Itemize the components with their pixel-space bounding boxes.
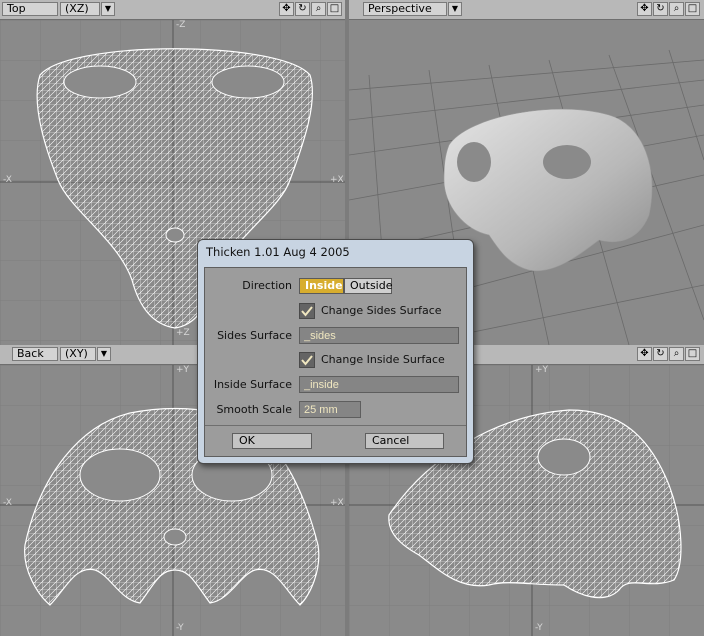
axis-label-bottom: -Y bbox=[535, 623, 543, 633]
change-sides-label[interactable]: Change Sides Surface bbox=[321, 304, 442, 317]
viewport-top-view-selector[interactable]: Top bbox=[2, 2, 58, 16]
rotate-icon[interactable]: ↻ bbox=[653, 347, 668, 361]
axis-label-left: -X bbox=[3, 498, 12, 508]
dialog-separator bbox=[205, 425, 466, 426]
direction-option-outside[interactable]: Outside bbox=[344, 278, 392, 294]
sides-surface-input[interactable] bbox=[299, 327, 459, 344]
zoom-icon[interactable]: ⌕ bbox=[669, 2, 684, 16]
axis-label-right: +X bbox=[330, 175, 344, 185]
axis-label-left: -X bbox=[3, 175, 12, 185]
rotate-icon[interactable]: ↻ bbox=[653, 2, 668, 16]
smooth-scale-input[interactable] bbox=[299, 401, 361, 418]
direction-label: Direction bbox=[242, 279, 292, 292]
sides-surface-label: Sides Surface bbox=[217, 329, 292, 342]
checkmark-icon bbox=[301, 306, 313, 317]
move-icon[interactable]: ✥ bbox=[279, 2, 294, 16]
move-icon[interactable]: ✥ bbox=[637, 347, 652, 361]
axis-label-top: +Y bbox=[176, 365, 190, 375]
direction-option-inside[interactable]: Inside bbox=[299, 278, 344, 294]
cancel-button[interactable]: Cancel bbox=[365, 433, 444, 449]
axis-label-bottom: -Y bbox=[176, 623, 184, 633]
dialog-title: Thicken 1.01 Aug 4 2005 bbox=[206, 245, 350, 259]
zoom-icon[interactable]: ⌕ bbox=[669, 347, 684, 361]
zoom-icon[interactable]: ⌕ bbox=[311, 2, 326, 16]
move-icon[interactable]: ✥ bbox=[637, 2, 652, 16]
axis-label-right: +X bbox=[330, 498, 344, 508]
viewport-perspective-header: Perspective ▼ ✥ ↻ ⌕ □ bbox=[349, 0, 704, 20]
viewport-top-mode-selector[interactable]: (XZ) bbox=[60, 2, 100, 16]
change-inside-checkbox[interactable] bbox=[299, 352, 315, 368]
rotate-icon[interactable]: ↻ bbox=[295, 2, 310, 16]
inside-surface-input[interactable] bbox=[299, 376, 459, 393]
axis-label-top: +Y bbox=[535, 365, 549, 375]
axis-label-top: -Z bbox=[176, 20, 186, 30]
dialog-panel: Direction Inside Outside Change Sides Su… bbox=[204, 267, 467, 457]
inside-surface-label: Inside Surface bbox=[213, 378, 292, 391]
dropdown-arrow-icon[interactable]: ▼ bbox=[448, 2, 462, 16]
change-sides-checkbox[interactable] bbox=[299, 303, 315, 319]
thicken-dialog: Thicken 1.01 Aug 4 2005 Direction Inside… bbox=[197, 239, 474, 464]
maximize-icon[interactable]: □ bbox=[685, 2, 700, 16]
dropdown-arrow-icon[interactable]: ▼ bbox=[97, 347, 111, 361]
axis-label-bottom: +Z bbox=[176, 328, 190, 338]
viewport-back-mode-selector[interactable]: (XY) bbox=[60, 347, 96, 361]
dropdown-arrow-icon[interactable]: ▼ bbox=[101, 2, 115, 16]
viewport-perspective-view-selector[interactable]: Perspective bbox=[363, 2, 447, 16]
checkmark-icon bbox=[301, 355, 313, 366]
change-inside-label[interactable]: Change Inside Surface bbox=[321, 353, 445, 366]
ok-button[interactable]: OK bbox=[232, 433, 312, 449]
viewport-back-view-selector[interactable]: Back bbox=[12, 347, 58, 361]
maximize-icon[interactable]: □ bbox=[327, 2, 342, 16]
smooth-scale-label: Smooth Scale bbox=[216, 403, 292, 416]
viewport-top-header: Top (XZ) ▼ ✥ ↻ ⌕ □ bbox=[0, 0, 345, 20]
maximize-icon[interactable]: □ bbox=[685, 347, 700, 361]
